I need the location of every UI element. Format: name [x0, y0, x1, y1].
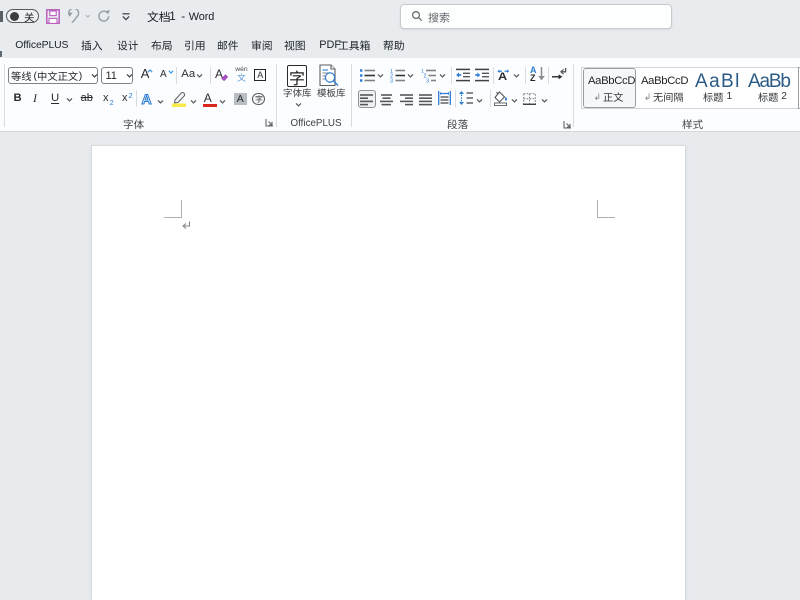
svg-text:3: 3 — [426, 79, 429, 84]
svg-text:3: 3 — [390, 79, 393, 84]
svg-text:A: A — [142, 91, 152, 106]
